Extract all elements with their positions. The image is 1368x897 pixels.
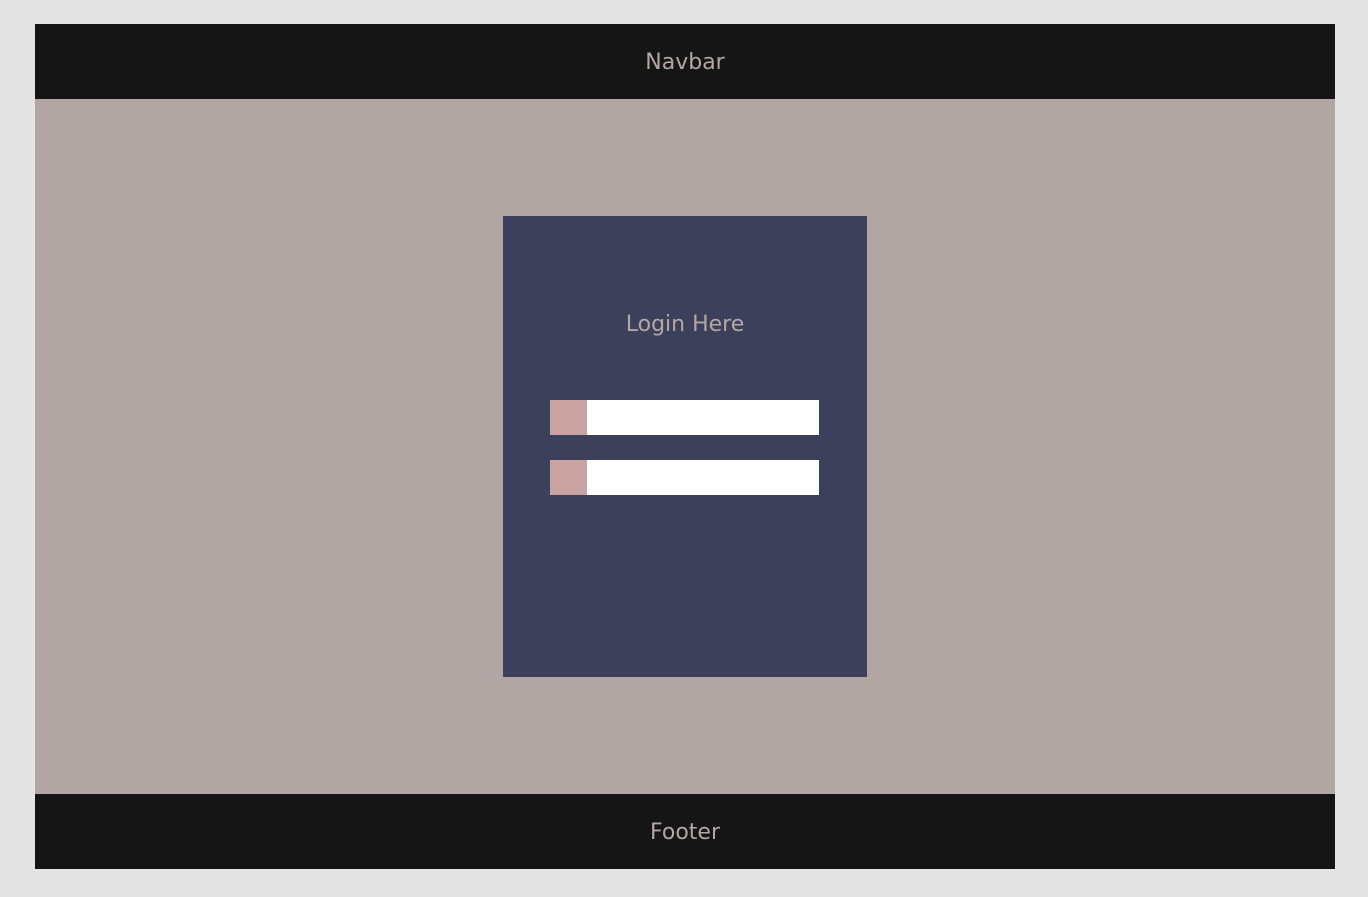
- password-input[interactable]: [587, 460, 819, 495]
- navbar: Navbar: [35, 24, 1335, 99]
- login-title: Login Here: [625, 312, 745, 337]
- navbar-label: Navbar: [645, 50, 725, 75]
- login-card: Login Here: [503, 216, 867, 677]
- username-input[interactable]: [587, 400, 819, 435]
- username-field: [550, 400, 819, 435]
- password-field: [550, 460, 819, 495]
- lock-icon: [550, 460, 587, 495]
- footer-label: Footer: [650, 820, 720, 845]
- app-frame: Navbar Login Here Footer: [35, 24, 1335, 869]
- main-content: Login Here: [35, 99, 1335, 794]
- user-icon: [550, 400, 587, 435]
- footer: Footer: [35, 794, 1335, 869]
